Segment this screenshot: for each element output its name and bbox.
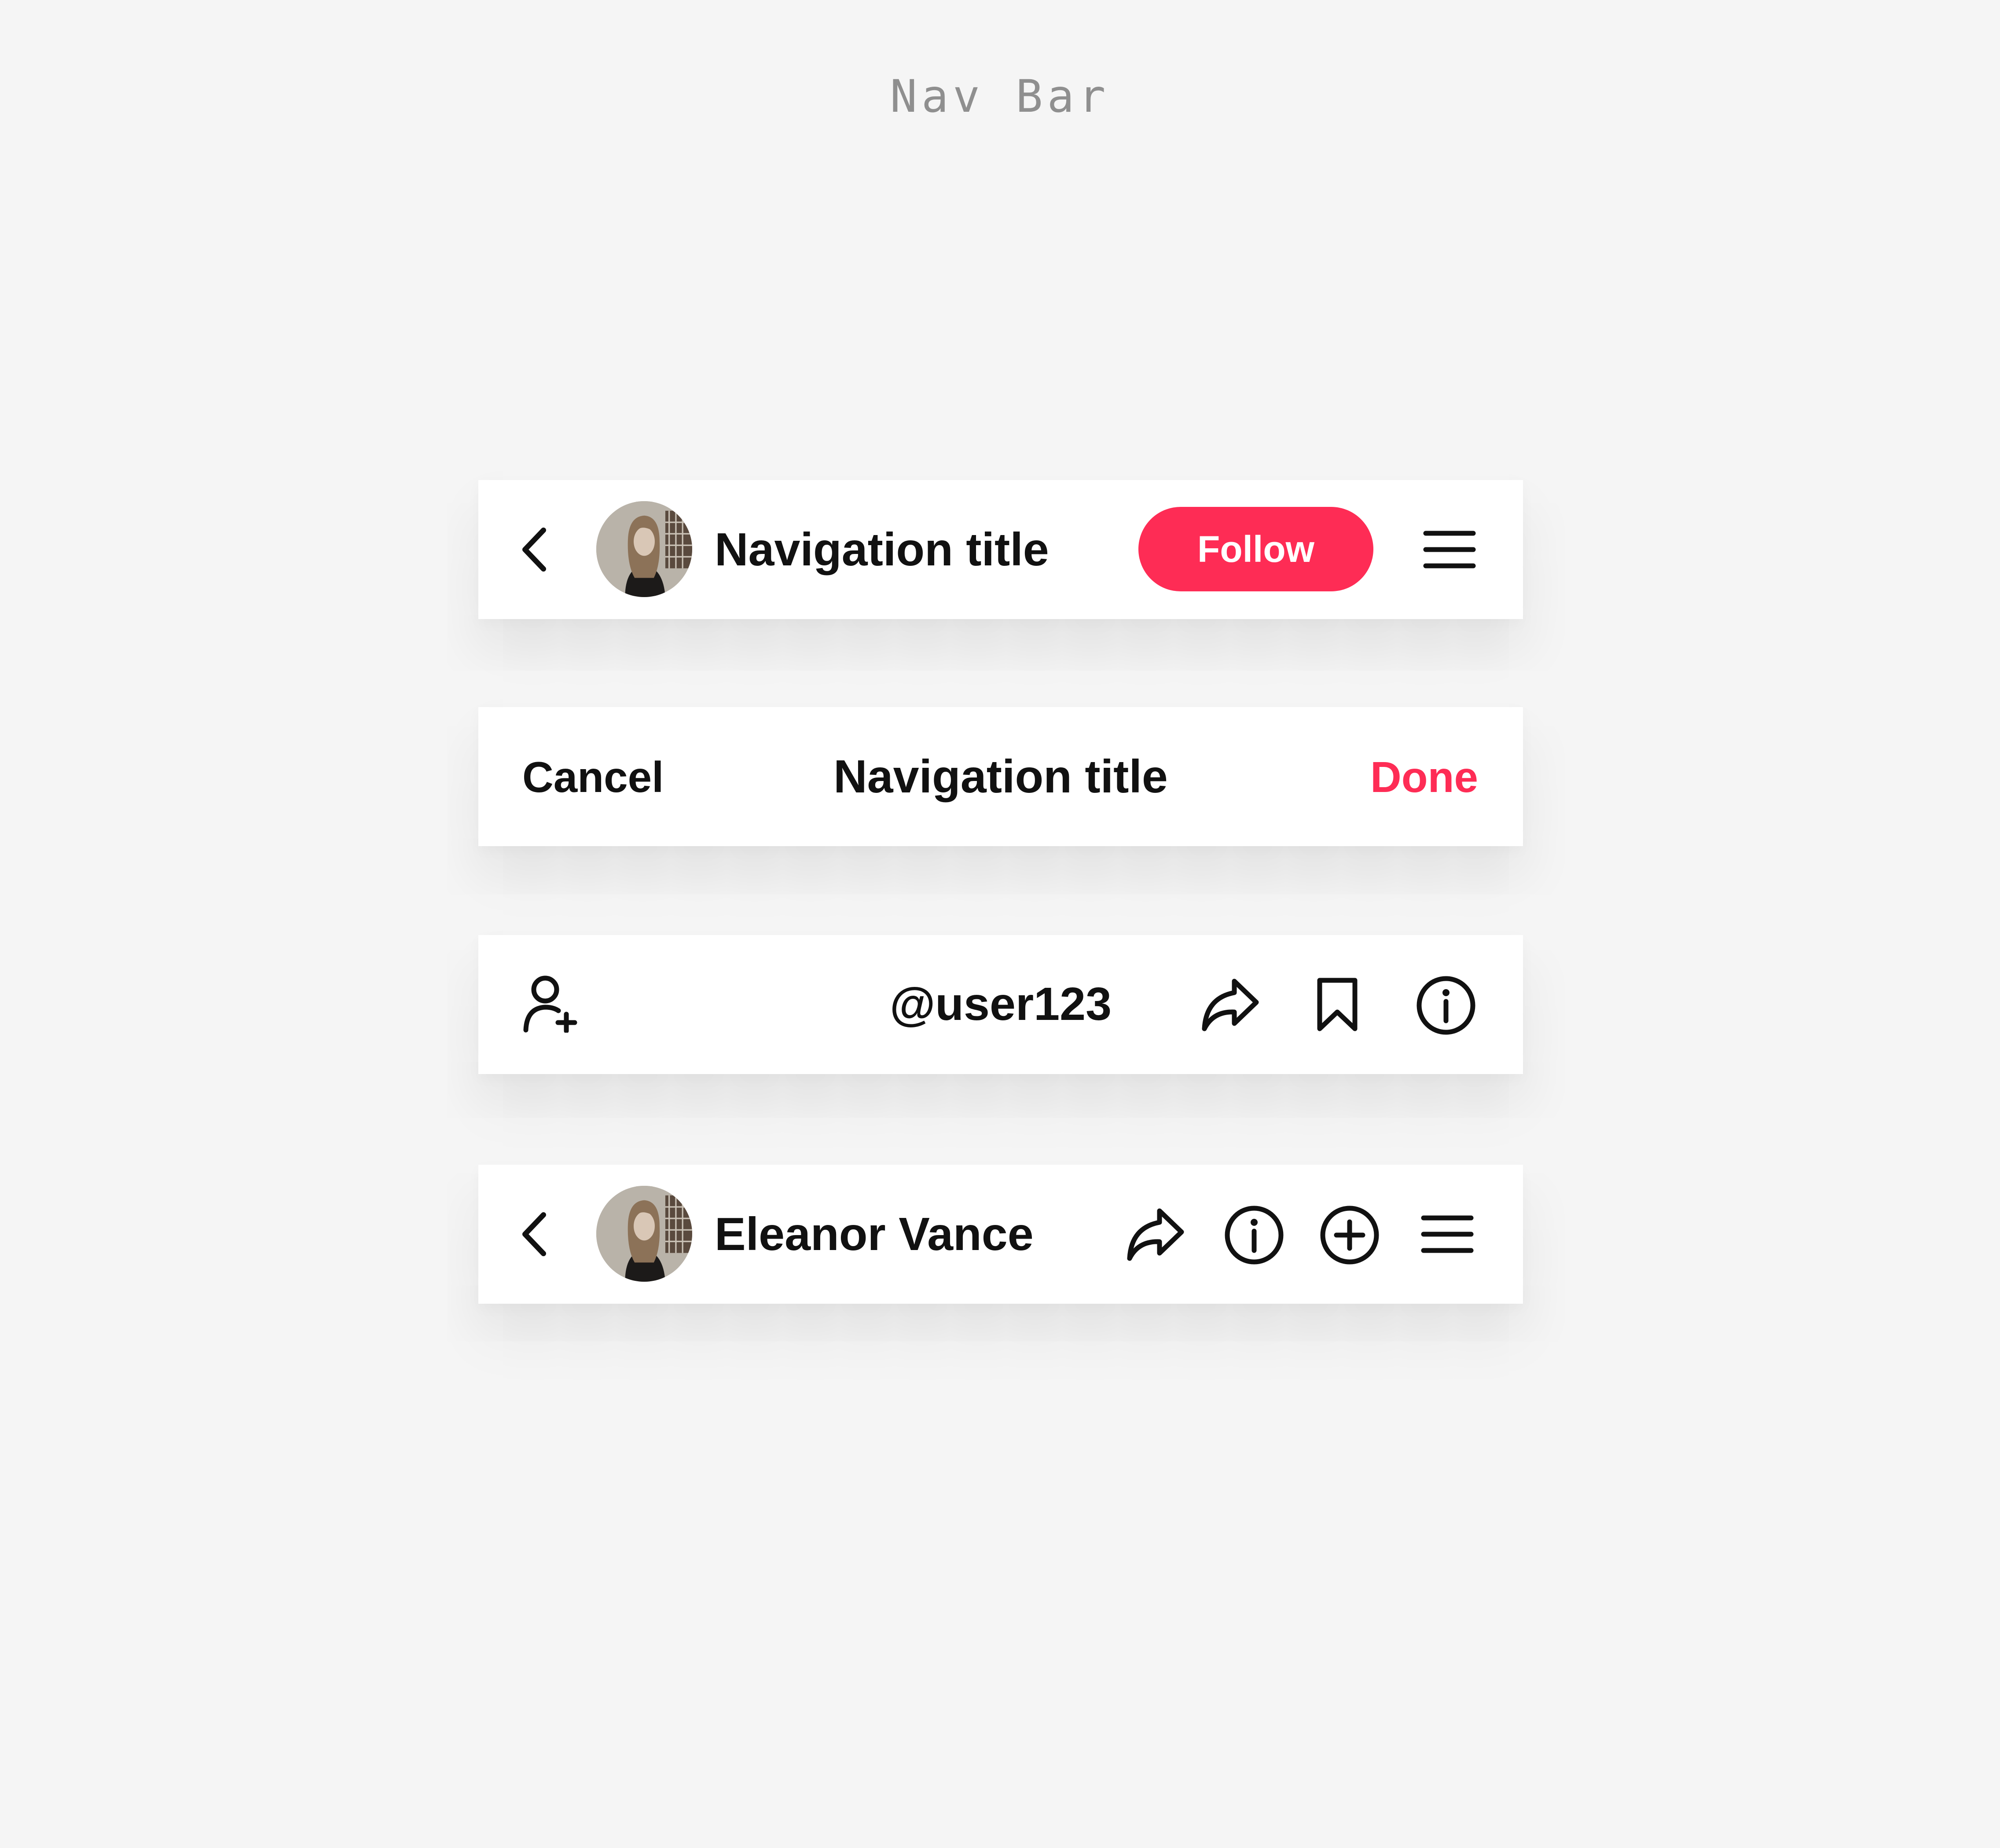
info-circle-icon[interactable] xyxy=(1417,976,1475,1035)
avatar[interactable] xyxy=(596,1186,692,1282)
nav-bar-profile: Eleanor Vance xyxy=(478,1165,1523,1304)
chevron-left-icon[interactable] xyxy=(521,528,549,572)
bookmark-icon[interactable] xyxy=(1315,977,1359,1032)
info-circle-icon[interactable] xyxy=(1225,1206,1284,1265)
hamburger-menu-icon[interactable] xyxy=(1423,530,1476,569)
username: @user123 xyxy=(889,978,1112,1030)
nav-title: Navigation title xyxy=(833,751,1168,803)
avatar[interactable] xyxy=(596,501,692,597)
nav-bar-modal: Cancel Navigation title Done xyxy=(478,707,1523,846)
follow-button[interactable]: Follow xyxy=(1138,507,1373,591)
chevron-left-icon[interactable] xyxy=(521,1212,549,1256)
nav-title: Navigation title xyxy=(715,524,1049,576)
hamburger-menu-icon[interactable] xyxy=(1421,1214,1474,1254)
nav-bar-follow: Navigation title Follow xyxy=(478,480,1523,619)
section-title: Nav Bar xyxy=(890,70,1110,123)
done-button[interactable]: Done xyxy=(1370,755,1478,799)
nav-bar-user: @user123 xyxy=(478,935,1523,1074)
profile-name: Eleanor Vance xyxy=(715,1208,1034,1260)
plus-circle-icon[interactable] xyxy=(1320,1206,1379,1265)
share-arrow-icon[interactable] xyxy=(1200,977,1262,1032)
share-arrow-icon[interactable] xyxy=(1125,1206,1187,1262)
